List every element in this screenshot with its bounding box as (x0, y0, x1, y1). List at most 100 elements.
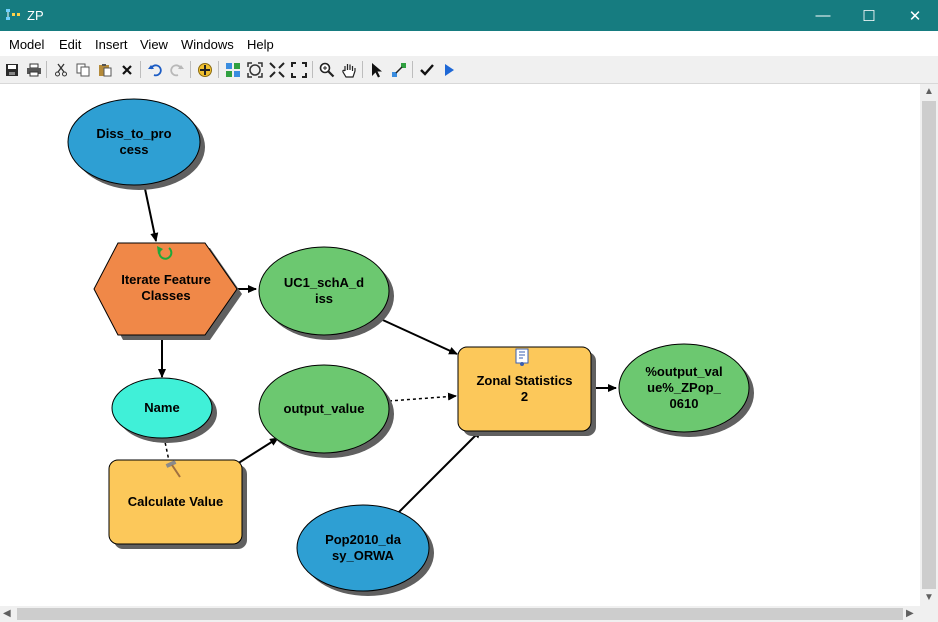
node-pop-label-line2: sy_ORWA (332, 548, 394, 563)
toolbar-separator (46, 61, 47, 78)
menu-model[interactable]: Model (9, 37, 44, 52)
print-button[interactable] (24, 60, 44, 79)
node-pop-label-line1: Pop2010_da (325, 532, 401, 547)
cut-icon (55, 63, 67, 76)
node-pop-label: Pop2010_da sy_ORWA (303, 530, 423, 566)
horizontal-scroll-thumb[interactable] (17, 608, 903, 620)
minimize-icon: — (815, 7, 831, 24)
save-button[interactable] (2, 60, 22, 79)
node-output-zpop-label-line1: %output_val (645, 364, 723, 379)
node-iterate-label-line1: Iterate Feature (121, 272, 211, 287)
zoom-in-fixed-icon (269, 61, 285, 78)
redo-button[interactable] (167, 60, 187, 79)
menu-edit[interactable]: Edit (59, 37, 81, 52)
toolbar-separator (218, 61, 219, 78)
toolbar-separator (412, 61, 413, 78)
menu-help[interactable]: Help (247, 37, 274, 52)
scroll-left-icon[interactable]: ◀ (3, 608, 11, 619)
minimize-button[interactable]: — (800, 0, 846, 31)
pan-button[interactable] (339, 60, 359, 79)
horizontal-scrollbar[interactable]: ◀ ▶ (0, 606, 920, 622)
scroll-down-icon[interactable]: ▼ (924, 592, 934, 603)
node-zonal-label-line2: 2 (520, 389, 529, 404)
zoom-out-fixed-icon (291, 61, 307, 78)
node-uc1-label-line2: iss (314, 291, 334, 306)
window-title: ZP (27, 8, 44, 23)
undo-icon (148, 64, 162, 76)
print-icon (27, 63, 41, 76)
close-icon: ✕ (908, 7, 922, 25)
node-name-label: Name (144, 400, 180, 415)
run-icon (445, 63, 454, 76)
connector-output-zonal[interactable] (388, 392, 457, 402)
toolbar-separator (312, 61, 313, 78)
copy-icon (76, 63, 90, 76)
run-button[interactable] (439, 60, 459, 79)
toolbar-separator (190, 61, 191, 78)
auto-layout-button[interactable] (223, 60, 243, 79)
connect-button[interactable] (389, 60, 409, 79)
node-calc-label: Calculate Value (127, 494, 224, 509)
menu-view[interactable]: View (140, 37, 168, 52)
full-extent-button[interactable] (245, 60, 265, 79)
scroll-right-icon[interactable]: ▶ (906, 608, 914, 619)
node-diss-label: Diss_to_pro cess (74, 124, 194, 160)
node-output-zpop-label: %output_val ue%_ZPop_ 0610 (624, 362, 744, 414)
script-tool-icon (515, 348, 529, 366)
toolbar-separator (140, 61, 141, 78)
validate-button[interactable] (417, 60, 437, 79)
connector-calc-output[interactable] (236, 437, 279, 465)
vertical-scrollbar[interactable]: ▲ ▼ (920, 84, 938, 606)
node-diss-label-line2: cess (119, 142, 149, 157)
node-uc1-label-line1: UC1_schA_d (283, 275, 365, 290)
node-iterate-label-line2: Classes (141, 288, 191, 303)
node-output-zpop-label-line3: 0610 (669, 396, 699, 411)
pan-icon (342, 63, 356, 78)
connector-uc1-zonal[interactable] (373, 315, 458, 355)
auto-layout-icon (226, 62, 240, 77)
scroll-up-icon[interactable]: ▲ (924, 86, 934, 97)
maximize-icon: ☐ (862, 7, 876, 25)
diagram-svg (67, 98, 754, 596)
model-canvas[interactable]: Diss_to_pro cess Iterate Feature Classes U… (0, 84, 920, 606)
close-button[interactable]: ✕ (892, 0, 938, 31)
cut-button[interactable] (51, 60, 71, 79)
paste-icon (99, 63, 112, 76)
connector-pop-zonal[interactable] (397, 429, 482, 514)
add-data-button[interactable] (195, 60, 215, 79)
node-zonal-label: Zonal Statistics 2 (458, 371, 591, 407)
scrollbar-corner (920, 606, 938, 622)
zoom-in-fixed-button[interactable] (267, 60, 287, 79)
paste-button[interactable] (95, 60, 115, 79)
menu-bar: Model Edit Insert View Windows Help (0, 31, 938, 56)
node-output-zpop-label-line2: ue%_ZPop_ (647, 380, 721, 395)
copy-button[interactable] (73, 60, 93, 79)
node-diss-label-line1: Diss_to_pro (96, 126, 172, 141)
validate-icon (420, 63, 434, 76)
connector-diss-iterate[interactable] (143, 183, 159, 242)
node-uc1-label: UC1_schA_d iss (264, 273, 384, 309)
menu-insert[interactable]: Insert (95, 37, 128, 52)
full-extent-icon (247, 61, 263, 78)
title-bar: ZP — ☐ ✕ (0, 0, 938, 31)
zoom-out-fixed-button[interactable] (289, 60, 309, 79)
model-icon (6, 9, 20, 20)
add-data-icon (198, 62, 212, 77)
undo-button[interactable] (145, 60, 165, 79)
delete-icon (122, 64, 132, 75)
toolbar (0, 56, 938, 84)
zoom-button[interactable] (317, 60, 337, 79)
maximize-button[interactable]: ☐ (846, 0, 892, 31)
zoom-icon (319, 62, 335, 77)
connect-icon (392, 62, 406, 77)
menu-windows[interactable]: Windows (181, 37, 234, 52)
select-button[interactable] (367, 60, 387, 79)
node-iterate-label: Iterate Feature Classes (101, 270, 231, 306)
node-zonal-label-line1: Zonal Statistics (476, 373, 573, 388)
save-icon (6, 63, 18, 76)
node-output-value-label: output_value (283, 401, 365, 416)
vertical-scroll-thumb[interactable] (922, 101, 936, 589)
toolbar-separator (362, 61, 363, 78)
delete-button[interactable] (117, 60, 137, 79)
select-icon (372, 62, 382, 77)
